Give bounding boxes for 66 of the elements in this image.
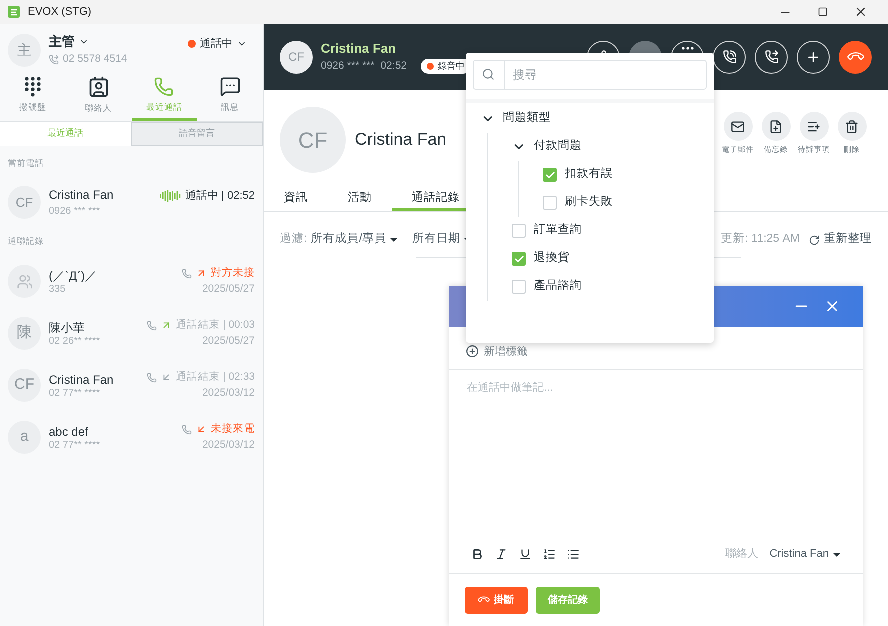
call-status: 通話中 | 02:52: [186, 188, 255, 204]
phone-number: 335: [49, 284, 67, 296]
tag-option[interactable]: 扣款有誤: [543, 161, 699, 189]
avatar: CF: [280, 107, 346, 173]
avatar: CF: [8, 186, 41, 219]
section-heading: 當前電話: [7, 157, 45, 170]
contact-label: 聯絡人: [726, 547, 759, 562]
phone-number: 02 77** ****: [49, 440, 102, 452]
tag-option[interactable]: 產品諮詢: [512, 273, 699, 301]
tag-option[interactable]: 刷卡失敗: [543, 189, 699, 217]
call-date: 2025/03/12: [202, 386, 255, 400]
tag-option[interactable]: 付款問題: [512, 133, 699, 161]
user-name[interactable]: 主管: [49, 32, 128, 52]
contact-selector[interactable]: Cristina Fan: [770, 546, 841, 563]
search-field[interactable]: 搜尋: [473, 60, 707, 90]
call-history-row[interactable]: a abc def 02 77** **** 未接來電 2025/03/12: [0, 412, 263, 464]
tag-label: 刷卡失敗: [565, 194, 613, 210]
phone-number: 02 26** ****: [49, 336, 102, 348]
call-status: 對方未接: [211, 266, 255, 281]
phone-number: 0926 *** ***: [49, 204, 102, 219]
current-call-row[interactable]: CF Cristina Fan 0926 *** *** 通話中 | 02:52: [0, 186, 263, 219]
caller-name: Cristina Fan: [321, 40, 398, 58]
call-status: 未接來電: [211, 422, 255, 437]
call-status: 通話結束 | 02:33: [176, 370, 255, 385]
member-filter[interactable]: 所有成員/專員: [311, 231, 398, 249]
refresh-button[interactable]: 重新整理: [809, 231, 872, 249]
contact-name: 陳小華: [49, 320, 86, 336]
tag-label: 扣款有誤: [565, 166, 613, 182]
caller-number: 0926 *** ***: [321, 58, 375, 74]
section-heading: 通聯記錄: [7, 234, 45, 248]
avatar: 主: [8, 34, 41, 66]
avatar: CF: [8, 369, 41, 402]
avatar: CF: [280, 40, 313, 74]
call-history-row[interactable]: (／ˋДˊ)／ 335 對方未接 2025/05/27: [0, 256, 263, 308]
note-field[interactable]: 在通話中做筆記...: [449, 370, 863, 536]
add-tag-button[interactable]: 新增標籤: [466, 344, 528, 360]
avatar: a: [8, 421, 41, 454]
contact-name: Cristina Fan: [49, 372, 115, 388]
contact-title: Cristina Fan: [355, 129, 447, 152]
last-updated: 更新: 11:25 AM: [721, 231, 800, 248]
phone-number: 02 77** ****: [49, 388, 102, 400]
contact-name: abc def: [49, 424, 90, 440]
tag-label: 產品諮詢: [534, 278, 582, 294]
tag-label: 退換貨: [534, 250, 570, 266]
call-date: 2025/03/12: [202, 438, 255, 452]
call-timer: 02:52: [380, 58, 407, 74]
call-status: 通話結束 | 00:03: [176, 318, 255, 333]
tag-label: 訂單查詢: [534, 222, 582, 238]
call-history-row[interactable]: 陳 陳小華 02 26** **** 通話結束 | 00:03 2025/05/27: [0, 308, 263, 360]
filter-label: 過濾:: [280, 232, 308, 248]
tag-label: 付款問題: [534, 138, 582, 154]
contact-name: (／ˋДˊ)／: [49, 268, 98, 284]
avatar: 陳: [8, 317, 41, 350]
call-date: 2025/05/27: [202, 282, 255, 296]
tag-option[interactable]: 問題類型: [481, 105, 699, 133]
content-tab[interactable]: 資訊: [264, 190, 328, 211]
tag-option[interactable]: 訂單查詢: [512, 217, 699, 245]
tag-option[interactable]: 退換貨: [512, 245, 699, 273]
content-tab[interactable]: 活動: [328, 190, 392, 211]
call-date: 2025/05/27: [202, 334, 255, 348]
user-phone: 02 5578 4514: [49, 52, 128, 68]
contact-name: Cristina Fan: [49, 186, 115, 204]
status-selector[interactable]: 通話中: [188, 36, 247, 52]
call-history-row[interactable]: CF Cristina Fan 02 77** **** 通話結束 | 02:33 2025/03/12: [0, 360, 263, 412]
window-title: EVOX (STG): [28, 4, 92, 20]
tag-label: 問題類型: [503, 110, 551, 126]
